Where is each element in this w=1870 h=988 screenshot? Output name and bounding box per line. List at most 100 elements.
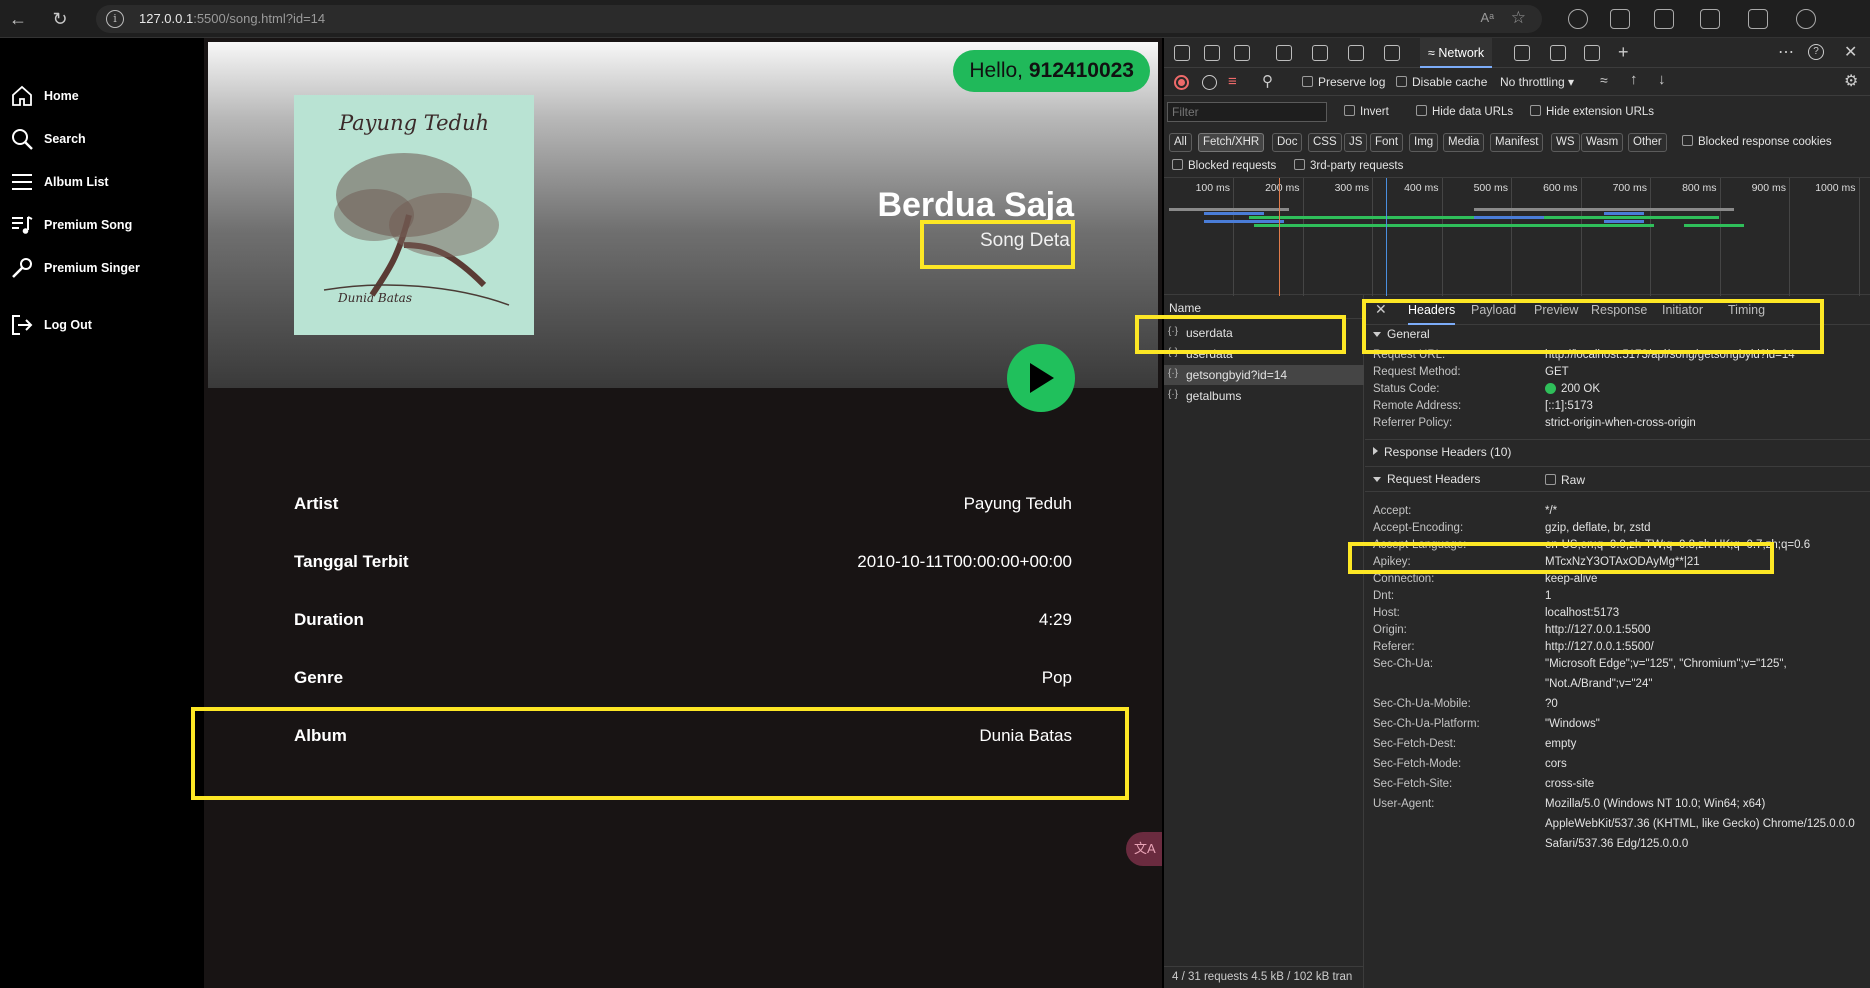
search-icon[interactable]: ⚲ bbox=[1262, 72, 1273, 90]
copilot-icon[interactable] bbox=[1568, 9, 1588, 29]
back-icon[interactable]: ← bbox=[6, 7, 30, 31]
detail-value: Dunia Batas bbox=[979, 726, 1072, 745]
close-details-icon[interactable]: ✕ bbox=[1375, 301, 1387, 318]
split-screen-icon[interactable] bbox=[1700, 9, 1720, 29]
add-tab-icon[interactable]: + bbox=[1618, 42, 1629, 63]
timeline-tick-label: 500 ms bbox=[1473, 182, 1508, 194]
filter-media[interactable]: Media bbox=[1443, 133, 1485, 152]
address-bar[interactable]: i 127.0.0.1:5500/song.html?id=14 Aᵃ ☆ bbox=[96, 5, 1542, 33]
console-icon[interactable] bbox=[1348, 45, 1364, 61]
sidebar-item-premium-singer[interactable]: Premium Singer bbox=[10, 253, 140, 283]
site-info-icon[interactable]: i bbox=[106, 10, 124, 28]
filter-css[interactable]: CSS bbox=[1308, 133, 1342, 152]
device-toolbar-icon[interactable] bbox=[1204, 45, 1220, 61]
response-headers-section[interactable]: Response Headers (10) bbox=[1365, 439, 1870, 463]
export-har-icon[interactable]: ↓ bbox=[1658, 71, 1666, 88]
tab-initiator[interactable]: Initiator bbox=[1662, 295, 1703, 325]
sidebar-item-home[interactable]: Home bbox=[10, 81, 79, 111]
timeline-gridline bbox=[1719, 178, 1721, 296]
network-overview-timeline[interactable]: 100 ms 200 ms 300 ms 400 ms 500 ms 600 ms 700 … bbox=[1164, 177, 1870, 296]
sidebar-item-album-list[interactable]: Album List bbox=[10, 167, 109, 197]
filter-toggle-icon[interactable]: ≡ bbox=[1228, 73, 1237, 90]
disable-cache-checkbox[interactable]: Disable cache bbox=[1396, 75, 1487, 89]
raw-checkbox[interactable]: Raw bbox=[1545, 473, 1585, 487]
sidebar-item-label: Log Out bbox=[44, 318, 92, 332]
filter-ws[interactable]: WS bbox=[1551, 133, 1580, 152]
tab-preview[interactable]: Preview bbox=[1534, 295, 1578, 325]
favorite-star-icon[interactable]: ☆ bbox=[1511, 8, 1526, 28]
detail-label: Genre bbox=[294, 668, 344, 687]
tab-response[interactable]: Response bbox=[1591, 295, 1647, 325]
preserve-log-checkbox[interactable]: Preserve log bbox=[1302, 75, 1385, 89]
clear-icon[interactable] bbox=[1202, 75, 1217, 90]
timeline-tick-label: 100 ms bbox=[1195, 182, 1230, 194]
request-row[interactable]: userdata bbox=[1164, 344, 1364, 364]
filter-all[interactable]: All bbox=[1169, 133, 1192, 152]
filter-js[interactable]: JS bbox=[1344, 133, 1368, 152]
detail-label: Duration bbox=[294, 610, 364, 629]
devtools-panel: ≈ Network + ⋯ ? ✕ ≡ ⚲ Preserve log Disab… bbox=[1164, 38, 1870, 988]
third-party-checkbox[interactable]: 3rd-party requests bbox=[1294, 159, 1403, 172]
request-row-selected[interactable]: getsongbyid?id=14 bbox=[1164, 365, 1364, 385]
welcome-icon[interactable] bbox=[1276, 45, 1292, 61]
filter-font[interactable]: Font bbox=[1370, 133, 1404, 152]
collections-icon[interactable] bbox=[1610, 9, 1630, 29]
tab-collections-icon[interactable] bbox=[1748, 9, 1768, 29]
help-icon[interactable]: ? bbox=[1808, 44, 1824, 60]
name-column-header[interactable]: Name bbox=[1164, 295, 1364, 319]
tab-timing[interactable]: Timing bbox=[1728, 295, 1765, 325]
request-list: Name userdata userdata getsongbyid?id=14… bbox=[1164, 295, 1364, 988]
settings-tab-icon[interactable] bbox=[1550, 45, 1566, 61]
play-button[interactable] bbox=[1007, 344, 1075, 412]
sidebar-item-label: Search bbox=[44, 132, 86, 146]
more-icon[interactable]: ⋯ bbox=[1778, 42, 1794, 62]
hide-data-urls-checkbox[interactable]: Hide data URLs bbox=[1416, 105, 1513, 118]
filter-wasm[interactable]: Wasm bbox=[1581, 133, 1624, 152]
read-aloud-icon[interactable]: Aᵃ bbox=[1480, 10, 1494, 25]
request-row[interactable]: userdata bbox=[1164, 323, 1364, 343]
record-icon[interactable] bbox=[1174, 75, 1189, 90]
network-settings-icon[interactable]: ⚙ bbox=[1844, 71, 1858, 91]
sidebar-item-logout[interactable]: Log Out bbox=[10, 310, 92, 340]
timeline-gridline bbox=[1372, 178, 1373, 296]
microphone-icon bbox=[10, 256, 34, 280]
sidebar-item-search[interactable]: Search bbox=[10, 124, 86, 154]
close-devtools-icon[interactable]: ✕ bbox=[1844, 42, 1857, 62]
hide-extension-urls-checkbox[interactable]: Hide extension URLs bbox=[1530, 105, 1654, 118]
filter-img[interactable]: Img bbox=[1409, 133, 1439, 152]
sidebar-item-premium-song[interactable]: Premium Song bbox=[10, 210, 132, 240]
sources-icon[interactable] bbox=[1384, 45, 1400, 61]
tab-payload[interactable]: Payload bbox=[1471, 295, 1516, 325]
timeline-request-bar bbox=[1474, 216, 1544, 219]
translate-badge[interactable]: 文A bbox=[1126, 832, 1162, 866]
tab-headers[interactable]: Headers bbox=[1408, 295, 1456, 325]
elements-icon[interactable] bbox=[1312, 45, 1328, 61]
blocked-cookies-checkbox[interactable]: Blocked response cookies bbox=[1682, 135, 1832, 148]
request-headers-section[interactable]: Request Headers Raw bbox=[1365, 466, 1870, 492]
tab-network[interactable]: ≈ Network bbox=[1420, 38, 1493, 68]
request-details: ✕ Headers Payload Preview Response Initi… bbox=[1365, 295, 1870, 988]
dock-icon[interactable] bbox=[1234, 45, 1250, 61]
filter-manifest[interactable]: Manifest bbox=[1490, 133, 1544, 152]
sidebar-item-label: Home bbox=[44, 89, 79, 103]
invert-checkbox[interactable]: Invert bbox=[1344, 105, 1389, 118]
blocked-requests-checkbox[interactable]: Blocked requests bbox=[1172, 159, 1276, 172]
performance-icon[interactable] bbox=[1796, 9, 1816, 29]
reload-icon[interactable]: ↻ bbox=[48, 7, 72, 31]
timeline-tick-label: 600 ms bbox=[1543, 182, 1578, 194]
filter-other[interactable]: Other bbox=[1628, 133, 1667, 152]
performance-tab-icon[interactable] bbox=[1514, 45, 1530, 61]
browser-toolbar: ← ↻ i 127.0.0.1:5500/song.html?id=14 Aᵃ … bbox=[0, 0, 1870, 38]
filter-input[interactable] bbox=[1167, 102, 1327, 122]
filter-fetch-xhr[interactable]: Fetch/XHR bbox=[1198, 133, 1265, 152]
timeline-request-bar bbox=[1204, 212, 1264, 215]
general-section-header[interactable]: General bbox=[1365, 327, 1870, 345]
import-har-icon[interactable]: ↑ bbox=[1630, 71, 1638, 88]
request-row[interactable]: getalbums bbox=[1164, 386, 1364, 406]
filter-doc[interactable]: Doc bbox=[1272, 133, 1303, 152]
extensions-icon[interactable] bbox=[1654, 9, 1674, 29]
inspect-icon[interactable] bbox=[1174, 45, 1190, 61]
network-conditions-icon[interactable]: ≈ bbox=[1600, 72, 1608, 88]
throttling-select[interactable]: No throttling ▾ bbox=[1500, 75, 1574, 89]
application-icon[interactable] bbox=[1584, 45, 1600, 61]
